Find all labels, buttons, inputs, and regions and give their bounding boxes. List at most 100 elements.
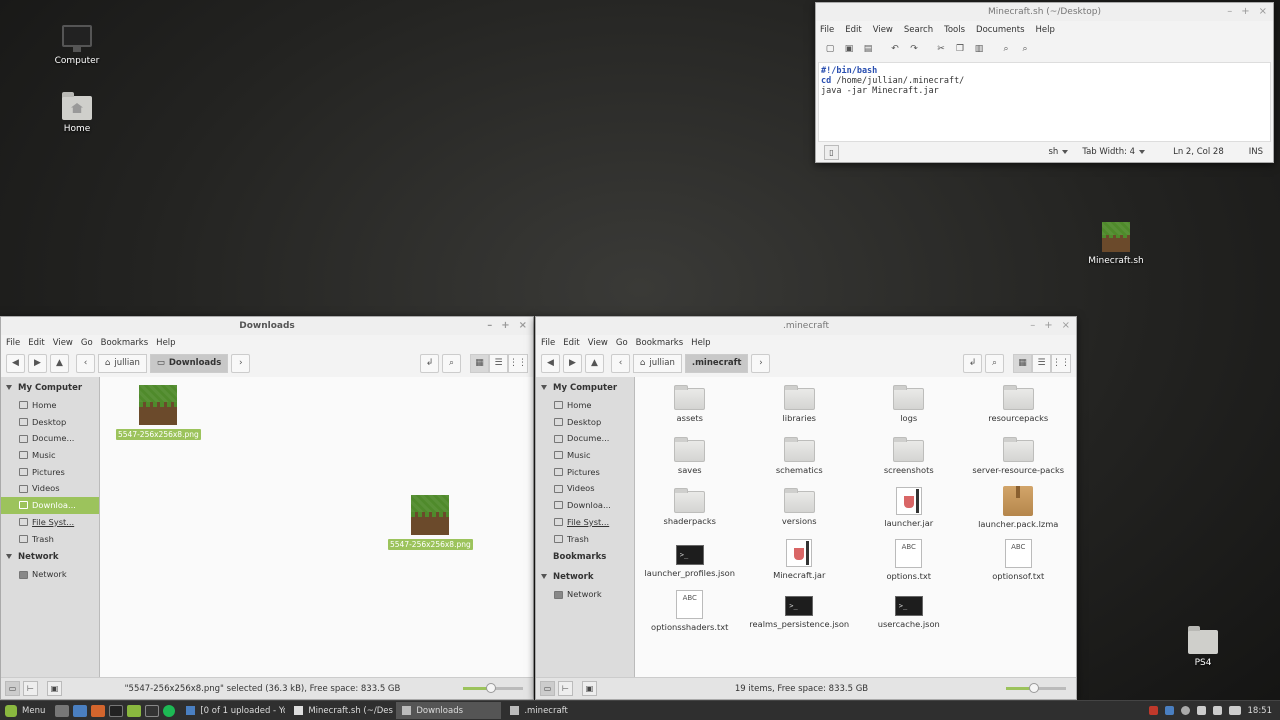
search-button[interactable]: ⌕ [985,353,1004,373]
tree-toggle-icon[interactable]: ⊢ [23,681,38,696]
menu-file[interactable]: File [820,25,834,35]
desktop-icon-computer[interactable]: Computer [37,25,117,66]
forward-button[interactable]: ▶ [563,353,582,373]
list-view-button[interactable]: ☰ [1032,353,1051,373]
volume-icon[interactable] [1212,706,1222,715]
window-titlebar[interactable]: Downloads – + × [1,317,533,335]
maximize-icon[interactable]: + [1044,317,1052,335]
video-icon[interactable] [1148,706,1158,715]
sidebar-item-trash[interactable]: Trash [536,531,634,548]
browser-launcher-icon[interactable] [73,704,88,717]
back-button[interactable]: ◀ [6,353,25,373]
maximize-icon[interactable]: + [1241,3,1249,21]
spotify-launcher-icon[interactable] [163,704,176,717]
taskbar-task-editor[interactable]: Minecraft.sh (~/Des... [288,702,393,719]
paste-icon[interactable]: ▥ [973,43,985,55]
user-icon[interactable] [1180,706,1190,715]
file-item[interactable]: launcher.pack.lzma [964,485,1074,537]
location-toggle-button[interactable]: ↲ [963,353,982,373]
sidebar-item-videos[interactable]: Videos [536,480,634,497]
file-view[interactable]: assets libraries logs resourcepacks saves sch… [635,377,1076,677]
files-launcher-icon[interactable] [127,704,142,717]
back-button[interactable]: ◀ [541,353,560,373]
terminal-launcher-icon[interactable] [145,704,160,717]
sidebar-item-pictures[interactable]: Pictures [1,464,99,481]
search-button[interactable]: ⌕ [442,353,461,373]
file-item[interactable]: Minecraft.jar [745,537,855,589]
file-item[interactable]: assets [635,382,745,434]
sidebar-header-network[interactable]: Network [1,549,99,566]
file-item[interactable]: 5547-256x256x8.png [116,385,201,440]
places-toggle-icon[interactable]: ▭ [5,681,20,696]
file-item[interactable]: ABC optionsshaders.txt [635,588,745,640]
sidebar-item-file-system[interactable]: File Syst... [536,514,634,531]
menu-go[interactable]: Go [616,338,628,348]
file-item[interactable]: >_ launcher_profiles.json [635,537,745,589]
file-item[interactable]: shaderpacks [635,485,745,537]
file-item[interactable]: >_ usercache.json [854,588,964,640]
minimize-icon[interactable]: – [1227,3,1232,21]
menu-search[interactable]: Search [904,25,933,35]
menu-view[interactable]: View [53,338,73,348]
breadcrumb-right-button[interactable]: › [231,353,251,373]
up-button[interactable]: ▲ [50,353,69,373]
cut-icon[interactable]: ✂ [935,43,947,55]
desktop-icon-home[interactable]: Home [37,92,117,134]
menu-file[interactable]: File [6,338,20,348]
tree-toggle-icon[interactable]: ⊢ [558,681,573,696]
icon-view-button[interactable]: ▦ [470,353,489,373]
hide-sidebar-icon[interactable]: ▣ [47,681,62,696]
file-item[interactable]: saves [635,434,745,486]
language-selector[interactable]: sh [1048,147,1069,157]
file-item[interactable]: >_ realms_persistence.json [745,588,855,640]
code-editor[interactable]: #!/bin/bash cd /home/jullian/.minecraft/j… [818,62,1271,142]
battery-icon[interactable] [1228,706,1241,715]
close-icon[interactable]: × [1062,317,1070,335]
zoom-slider[interactable] [1006,683,1066,693]
menu-help[interactable]: Help [156,338,175,348]
sidebar-item-network[interactable]: Network [536,586,634,603]
places-toggle-icon[interactable]: ▭ [540,681,555,696]
search-replace-icon[interactable]: ⌕ [1019,43,1031,55]
file-item[interactable]: versions [745,485,855,537]
minimize-icon[interactable]: – [487,317,492,335]
breadcrumb-left-button[interactable]: ‹ [76,353,95,373]
sidebar-header-my-computer[interactable]: My Computer [1,380,99,397]
show-desktop-icon[interactable] [55,704,70,717]
taskbar-task-browser[interactable]: [0 of 1 uploaded - Yo... [180,702,285,719]
redo-icon[interactable]: ↷ [908,43,920,55]
menu-edit[interactable]: Edit [28,338,44,348]
save-icon[interactable]: ▤ [862,43,874,55]
list-view-button[interactable]: ☰ [489,353,508,373]
zoom-slider[interactable] [463,683,523,693]
menu-help[interactable]: Help [1036,25,1055,35]
firefox-launcher-icon[interactable] [91,704,106,717]
sidebar-item-trash[interactable]: Trash [1,531,99,548]
open-document-icon[interactable]: ▣ [843,43,855,55]
clock[interactable]: 18:51 [1248,706,1273,716]
compact-view-button[interactable]: ⋮⋮ [1051,353,1071,373]
terminal-launcher-icon[interactable] [109,704,124,717]
sidebar-item-home[interactable]: Home [1,397,99,414]
copy-icon[interactable]: ❐ [954,43,966,55]
sidebar-item-pictures[interactable]: Pictures [536,464,634,481]
file-view[interactable]: 5547-256x256x8.png 5547-256x256x8.png [100,377,533,677]
sidebar-header-bookmarks[interactable]: Bookmarks [536,549,634,566]
sidebar-header-my-computer[interactable]: My Computer [536,380,634,397]
zoom-slider-knob[interactable] [486,683,497,693]
menu-file[interactable]: File [541,338,555,348]
menu-documents[interactable]: Documents [976,25,1024,35]
menu-edit[interactable]: Edit [563,338,579,348]
sidebar-item-documents[interactable]: Docume... [536,430,634,447]
compact-view-button[interactable]: ⋮⋮ [508,353,528,373]
window-titlebar[interactable]: Minecraft.sh (~/Desktop) – + × [816,3,1273,21]
file-item[interactable]: server-resource-packs [964,434,1074,486]
desktop-icon-minecraft-sh[interactable]: Minecraft.sh [1076,222,1156,266]
side-panel-toggle-icon[interactable]: ▯ [824,144,839,160]
wifi-icon[interactable] [1196,706,1206,715]
icon-view-button[interactable]: ▦ [1013,353,1032,373]
taskbar-task-minecraft-folder[interactable]: .minecraft [504,702,609,719]
menu-edit[interactable]: Edit [845,25,861,35]
breadcrumb-home[interactable]: ⌂ jullian [98,353,147,373]
file-item[interactable]: schematics [745,434,855,486]
